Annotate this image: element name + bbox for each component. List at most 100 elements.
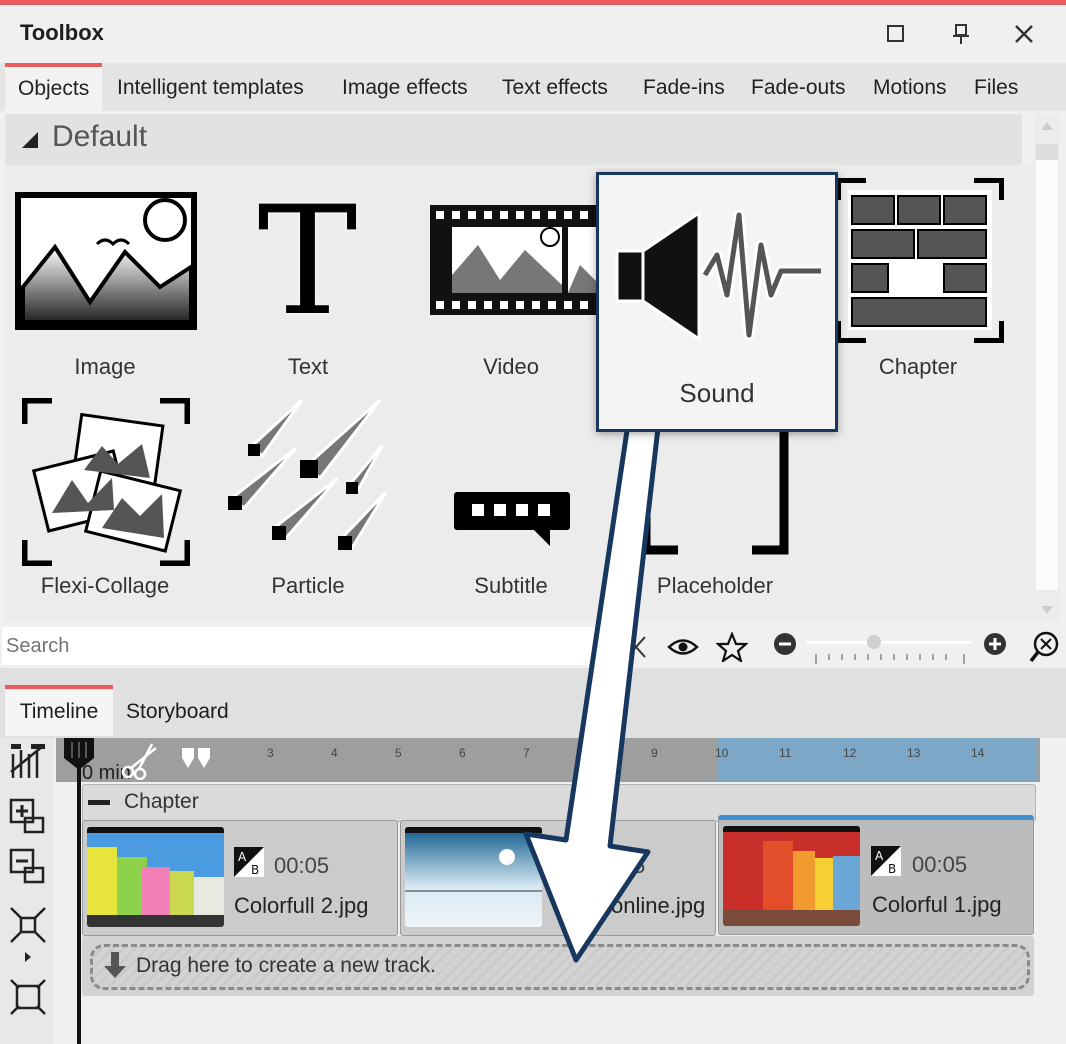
object-image-label: Image xyxy=(74,354,136,379)
scissors-icon xyxy=(121,743,157,781)
group-header[interactable] xyxy=(5,114,1022,165)
ruler-tick: 11 xyxy=(779,746,792,760)
group-label: Default xyxy=(52,120,148,153)
tab-objects[interactable]: Objects xyxy=(5,63,103,111)
pin-button[interactable] xyxy=(943,16,979,52)
tab-text-effects[interactable]: Text effects xyxy=(502,63,608,111)
clip-duration: 00:05 xyxy=(912,852,968,877)
zoom-out-button[interactable] xyxy=(773,632,797,661)
object-text-label: Text xyxy=(287,354,329,379)
scissors-button[interactable] xyxy=(120,742,160,785)
star-icon xyxy=(715,631,749,664)
playhead-line[interactable] xyxy=(77,754,81,1044)
tab-fade-outs[interactable]: Fade-outs xyxy=(751,63,846,111)
favorites-button[interactable] xyxy=(715,631,749,667)
timeline-clip[interactable]: AB 00:05 Colorfull 2.jpg xyxy=(82,820,398,936)
svg-text:B: B xyxy=(888,862,896,876)
ruler-tick: 3 xyxy=(267,746,274,760)
object-chapter-label: Chapter xyxy=(878,354,958,379)
playhead-handle[interactable] xyxy=(62,736,96,779)
triangle-icon[interactable] xyxy=(20,130,40,150)
expand-arrows-icon xyxy=(10,979,46,1015)
svg-text:B: B xyxy=(251,863,259,877)
text-ab-icon: AB xyxy=(234,847,264,877)
ruler-tick: 10 xyxy=(715,746,729,760)
clip-filename: Colorful 1.jpg xyxy=(872,892,1002,917)
tab-motions[interactable]: Motions xyxy=(873,63,947,111)
objects-scrollbar[interactable] xyxy=(1034,114,1060,622)
object-particle-label: Particle xyxy=(271,573,345,598)
tab-fade-ins[interactable]: Fade-ins xyxy=(643,63,725,111)
marker-button[interactable] xyxy=(180,746,212,777)
object-image[interactable] xyxy=(15,192,199,332)
playhead-icon xyxy=(64,738,94,770)
arrow-down-icon xyxy=(104,952,126,978)
ruler-tick: 4 xyxy=(331,746,338,760)
zoom-fit-icon xyxy=(1029,631,1059,663)
remove-box-icon xyxy=(9,848,45,884)
object-video-label: Video xyxy=(483,354,539,379)
zoom-in-button[interactable] xyxy=(983,632,1007,661)
zoom-slider[interactable] xyxy=(806,634,976,668)
object-sound-label: Sound xyxy=(679,378,755,408)
marker-icon xyxy=(182,748,210,768)
zoom-slider-track xyxy=(806,635,971,664)
object-text[interactable]: T xyxy=(250,175,365,349)
scroll-down-icon xyxy=(1041,606,1053,614)
collapse-chapter-icon[interactable] xyxy=(88,800,110,805)
minus-circle-icon xyxy=(774,633,796,655)
timeline-clip-selected[interactable]: AB 00:05 Colorful 1.jpg xyxy=(718,815,1034,935)
scrollbar-track xyxy=(1036,122,1058,614)
toolbox-tabs: Objects Intelligent templates Image effe… xyxy=(0,63,1066,111)
zoom-fit-button[interactable] xyxy=(1028,630,1062,669)
close-button[interactable] xyxy=(1006,16,1042,52)
svg-text:A: A xyxy=(238,850,247,864)
close-icon xyxy=(1015,25,1033,43)
clip-thumbnail xyxy=(723,826,860,926)
new-track-label: Drag here to create a new track. xyxy=(136,954,436,977)
remove-track-button[interactable] xyxy=(9,848,47,891)
pin-icon xyxy=(953,24,969,44)
active-tab-indicator xyxy=(5,685,113,689)
object-flexi-collage[interactable] xyxy=(20,396,192,568)
image-icon xyxy=(15,192,197,330)
split-tool-button[interactable] xyxy=(9,742,47,785)
clip-duration: 00:05 xyxy=(274,853,330,878)
maximize-button[interactable] xyxy=(878,16,914,52)
ruler-tick: 6 xyxy=(459,746,466,760)
tab-storyboard[interactable]: Storyboard xyxy=(126,690,229,736)
collapse-button[interactable] xyxy=(9,906,47,967)
square-icon xyxy=(887,25,904,42)
object-chapter[interactable] xyxy=(835,177,1005,344)
text-ab-icon: AB xyxy=(871,846,901,876)
expand-button[interactable] xyxy=(9,978,47,1021)
tab-timeline[interactable]: Timeline xyxy=(5,690,113,736)
ruler-selection xyxy=(718,738,1038,782)
object-video[interactable] xyxy=(430,205,600,315)
ruler-tick: 13 xyxy=(907,746,921,760)
video-icon xyxy=(430,205,600,315)
object-flexi-collage-label: Flexi-Collage xyxy=(40,573,170,598)
chapter-icon xyxy=(835,177,1005,344)
add-track-button[interactable] xyxy=(9,798,47,841)
clip-filename: Colorfull 2.jpg xyxy=(234,893,369,918)
ruler-tick: 5 xyxy=(395,746,402,760)
tab-files[interactable]: Files xyxy=(974,63,1018,111)
particle-icon xyxy=(228,398,388,551)
collapse-arrows-icon xyxy=(10,907,46,962)
drag-arrow-annotation xyxy=(523,421,661,963)
svg-text:A: A xyxy=(875,849,884,863)
scroll-up-icon xyxy=(1041,122,1053,130)
collage-icon xyxy=(20,396,192,568)
chapter-label: Chapter xyxy=(124,790,199,813)
tab-image-effects[interactable]: Image effects xyxy=(342,63,468,111)
add-box-icon xyxy=(9,798,45,834)
ruler-tick: 14 xyxy=(971,746,985,760)
tab-intelligent-templates[interactable]: Intelligent templates xyxy=(117,63,304,111)
object-particle[interactable] xyxy=(222,398,388,556)
sound-icon xyxy=(615,209,821,342)
plus-circle-icon xyxy=(984,633,1006,655)
clip-thumbnail xyxy=(87,827,224,927)
text-icon: T xyxy=(257,175,358,349)
window-title: Toolbox xyxy=(20,20,104,45)
